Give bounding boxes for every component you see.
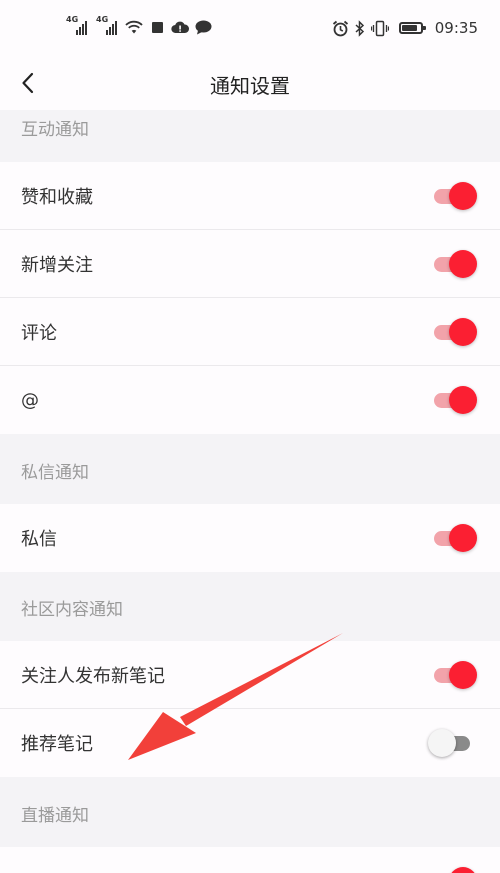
setting-label: @: [21, 389, 39, 411]
followed-posts-toggle[interactable]: [432, 661, 477, 689]
notification-square-icon: [152, 21, 163, 33]
setting-label: 私信: [21, 529, 57, 550]
setting-row-mentions[interactable]: @: [0, 366, 500, 434]
network-type-label: 4G: [66, 15, 79, 24]
chat-bubble-icon: [195, 20, 212, 34]
vibrate-icon: [370, 20, 389, 36]
section-header-community: 社区内容通知: [0, 573, 500, 641]
setting-row-followed-posts[interactable]: 关注人发布新笔记: [0, 641, 500, 709]
status-left-icons: 4G 4G: [66, 15, 212, 35]
live-reminder-toggle[interactable]: [432, 867, 477, 873]
setting-row-likes-favorites[interactable]: 赞和收藏: [0, 162, 500, 230]
cloud-alert-icon: [171, 21, 189, 34]
network-type-label: 4G: [96, 15, 109, 24]
bluetooth-icon: [355, 19, 364, 37]
page-title: 通知设置: [210, 74, 290, 98]
new-followers-toggle[interactable]: [432, 250, 477, 278]
setting-label: 新增关注: [21, 255, 93, 276]
signal-icon: 4G: [96, 15, 117, 35]
alarm-icon: [332, 20, 348, 36]
section-header-private-message: 私信通知: [0, 436, 500, 504]
recommended-notes-toggle[interactable]: [428, 729, 472, 757]
section-header-live: 直播通知: [0, 779, 500, 847]
setting-label: 赞和收藏: [21, 187, 93, 208]
wifi-icon: [125, 20, 143, 34]
settings-list[interactable]: 互动通知 赞和收藏 新增关注 评论 @ 私信通知 私信 社区内容通知 关注人发布…: [0, 110, 500, 873]
section-header-interaction: 互动通知: [0, 110, 500, 162]
signal-icon: 4G: [66, 15, 87, 35]
navigation-bar: 通知设置: [0, 58, 500, 110]
setting-row-private-messages[interactable]: 私信: [0, 504, 500, 572]
setting-row-new-followers[interactable]: 新增关注: [0, 230, 500, 298]
comments-toggle[interactable]: [432, 318, 477, 346]
setting-row-comments[interactable]: 评论: [0, 298, 500, 366]
setting-label: 关注人发布新笔记: [21, 666, 165, 687]
status-bar: 4G 4G 09:35: [0, 0, 500, 58]
likes-favorites-toggle[interactable]: [432, 182, 477, 210]
setting-row-live-reminder[interactable]: [0, 847, 500, 873]
status-time: 09:35: [434, 19, 478, 37]
mentions-toggle[interactable]: [432, 386, 477, 414]
setting-row-recommended-notes[interactable]: 推荐笔记: [0, 709, 500, 777]
private-messages-toggle[interactable]: [432, 524, 477, 552]
setting-label: 评论: [21, 323, 57, 344]
status-right-icons: 09:35: [332, 19, 478, 37]
setting-label: 推荐笔记: [21, 734, 93, 755]
battery-icon: [398, 22, 426, 34]
